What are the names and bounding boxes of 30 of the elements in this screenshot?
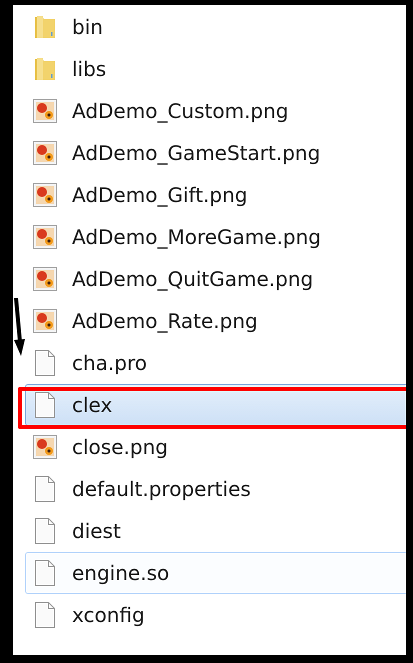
file-row[interactable]: AdDemo_Gift.png xyxy=(25,174,406,216)
image-file-icon xyxy=(33,309,57,333)
image-file-icon xyxy=(33,225,57,249)
image-file-icon xyxy=(33,183,57,207)
file-row[interactable]: AdDemo_QuitGame.png xyxy=(25,258,406,300)
pointer-arrow xyxy=(14,298,25,356)
file-row[interactable]: xconfig xyxy=(25,594,406,636)
file-row[interactable]: close.png xyxy=(25,426,406,468)
file-row[interactable]: AdDemo_Rate.png xyxy=(25,300,406,342)
file-icon xyxy=(35,560,55,586)
file-icon xyxy=(35,392,55,418)
file-row[interactable]: AdDemo_GameStart.png xyxy=(25,132,406,174)
file-icon xyxy=(35,476,55,502)
folder-icon xyxy=(34,14,56,40)
file-icon xyxy=(35,350,55,376)
file-row[interactable]: AdDemo_Custom.png xyxy=(25,90,406,132)
file-row[interactable]: default.properties xyxy=(25,468,406,510)
file-row[interactable]: cha.pro xyxy=(25,342,406,384)
file-icon xyxy=(35,602,55,628)
file-row[interactable]: libs xyxy=(25,48,406,90)
file-row[interactable]: AdDemo_MoreGame.png xyxy=(25,216,406,258)
file-row[interactable]: diest xyxy=(25,510,406,552)
file-icon xyxy=(35,518,55,544)
file-row[interactable]: bin xyxy=(25,6,406,48)
file-row[interactable]: engine.so xyxy=(25,552,406,594)
image-file-icon xyxy=(33,267,57,291)
image-file-icon xyxy=(33,435,57,459)
image-file-icon xyxy=(33,99,57,123)
image-file-icon xyxy=(33,141,57,165)
folder-icon xyxy=(34,56,56,82)
